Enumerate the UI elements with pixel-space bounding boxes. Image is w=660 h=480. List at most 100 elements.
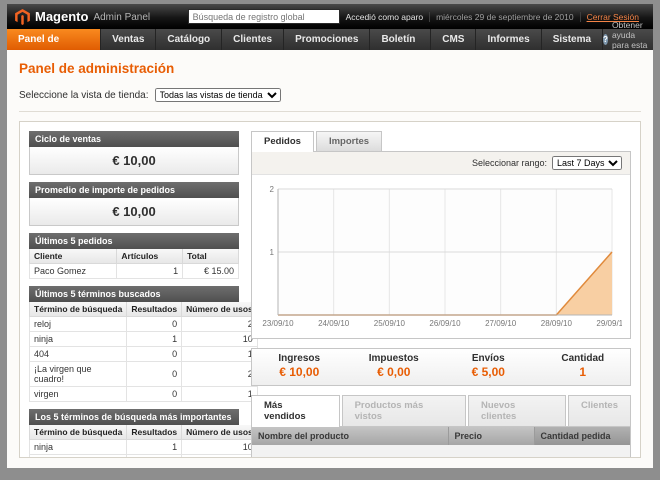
grid-column-header-precio[interactable]: Precio: [448, 427, 534, 445]
tab-clientes: Clientes: [568, 395, 631, 426]
last-search-panel: Últimos 5 términos buscados Término de b…: [29, 286, 239, 402]
last-orders-title: Últimos 5 pedidos: [29, 233, 239, 249]
table-header-row: ClienteArtículosTotal: [30, 249, 239, 264]
svg-text:1: 1: [270, 248, 275, 257]
table-cell: 2: [182, 455, 258, 459]
table-cell: reloj: [30, 317, 127, 332]
table-cell: 0: [127, 317, 182, 332]
total-cantidad: Cantidad1: [536, 349, 631, 385]
table-header-row: Término de búsquedaResultadosNúmero de u…: [30, 425, 258, 440]
svg-text:28/09/10: 28/09/10: [541, 319, 573, 328]
top-search-table: Término de búsquedaResultadosNúmero de u…: [29, 425, 258, 458]
total-value: € 5,00: [441, 365, 536, 379]
svg-text:2: 2: [270, 185, 275, 194]
table-cell: ¡La virgen que cuadro!: [30, 362, 127, 387]
column-header-cliente: Cliente: [30, 249, 117, 264]
table-cell: 1: [127, 440, 182, 455]
table-cell: 0: [127, 347, 182, 362]
help-icon: ?: [603, 34, 608, 45]
page-help-link[interactable]: ? Obtener ayuda para esta página: [603, 29, 658, 50]
nav-item-cms[interactable]: CMS: [431, 29, 476, 50]
tab-pedidos[interactable]: Pedidos: [251, 131, 314, 152]
svg-text:27/09/10: 27/09/10: [485, 319, 517, 328]
column-header-termino-de-busqueda: Término de búsqueda: [30, 425, 127, 440]
table-cell: 404: [30, 347, 127, 362]
total-label: Impuestos: [347, 353, 442, 364]
nav-item-informes[interactable]: Informes: [476, 29, 541, 50]
total-value: 1: [536, 365, 631, 379]
orders-chart-panel: Seleccionar rango: Last 7 Days 1223/09/1…: [251, 151, 631, 339]
svg-text:29/09/10: 29/09/10: [596, 319, 622, 328]
tab-productos-mas-vistos: Productos más vistos: [342, 395, 466, 426]
dashboard-sidebar: Ciclo de ventas € 10,00 Promedio de impo…: [29, 131, 239, 448]
chart-body: 1223/09/1024/09/1025/09/1026/09/1027/09/…: [252, 175, 630, 338]
column-header-resultados: Resultados: [127, 302, 182, 317]
table-cell: virgen: [30, 387, 127, 402]
table-cell: reloj: [30, 455, 127, 459]
main-nav: Panel de administraciónVentasCatálogoCli…: [7, 29, 653, 50]
nav-item-promociones[interactable]: Promociones: [284, 29, 370, 50]
table-cell: 0: [127, 387, 182, 402]
svg-text:24/09/10: 24/09/10: [318, 319, 350, 328]
page-title: Panel de administración: [19, 54, 641, 84]
svg-text:26/09/10: 26/09/10: [429, 319, 461, 328]
products-panel: Nombre del productoPrecioCantidad pedida…: [251, 426, 631, 458]
column-header-articulos: Artículos: [117, 249, 183, 264]
table-cell: 1: [182, 347, 258, 362]
column-header-numero-de-usos: Número de usos: [182, 302, 258, 317]
table-row[interactable]: virgen01: [30, 387, 258, 402]
table-row[interactable]: reloj02: [30, 317, 258, 332]
average-orders-value: € 10,00: [29, 198, 239, 226]
session-info: Accedió como aparo miércoles 29 de septi…: [340, 12, 645, 22]
dashboard: Ciclo de ventas € 10,00 Promedio de impo…: [19, 121, 641, 458]
table-cell: 1: [182, 387, 258, 402]
table-cell: 2: [182, 362, 258, 387]
total-value: € 0,00: [347, 365, 442, 379]
nav-item-ventas[interactable]: Ventas: [101, 29, 156, 50]
table-row[interactable]: reloj02: [30, 455, 258, 459]
table-row[interactable]: 40401: [30, 347, 258, 362]
total-ingresos: Ingresos€ 10,00: [252, 349, 347, 385]
global-search: [188, 9, 340, 24]
nav-item-catalogo[interactable]: Catálogo: [156, 29, 222, 50]
tab-importes[interactable]: Importes: [316, 131, 382, 151]
logo-text: Magento: [35, 9, 88, 24]
table-cell: 10: [182, 440, 258, 455]
total-label: Envíos: [441, 353, 536, 364]
last-orders-table: ClienteArtículosTotalPaco Gomez1€ 15.00: [29, 249, 239, 279]
total-label: Cantidad: [536, 353, 631, 364]
magento-logo: Magento Admin Panel: [15, 9, 188, 25]
table-cell: € 15.00: [183, 264, 239, 279]
top-search-title: Los 5 términos de búsqueda más important…: [29, 409, 239, 425]
logo-subtitle: Admin Panel: [93, 12, 150, 23]
main-nav-list: Panel de administraciónVentasCatálogoCli…: [7, 29, 603, 50]
lifetime-sales-panel: Ciclo de ventas € 10,00: [29, 131, 239, 175]
range-select[interactable]: Last 7 Days: [552, 156, 622, 170]
nav-item-clientes[interactable]: Clientes: [222, 29, 284, 50]
table-cell: 2: [182, 317, 258, 332]
store-view-select[interactable]: Todas las vistas de tienda: [155, 88, 281, 102]
svg-text:25/09/10: 25/09/10: [374, 319, 406, 328]
content-area: Panel de administración Seleccione la vi…: [7, 50, 653, 468]
table-row[interactable]: Paco Gomez1€ 15.00: [30, 264, 239, 279]
grid-column-header-cantidad-pedida[interactable]: Cantidad pedida: [534, 427, 630, 445]
grid-column-header-nombre-del-producto[interactable]: Nombre del producto: [252, 427, 448, 445]
top-header: Magento Admin Panel Accedió como aparo m…: [7, 4, 653, 29]
table-row[interactable]: ¡La virgen que cuadro!02: [30, 362, 258, 387]
grids-tabs: Más vendidosProductos más vistosNuevos c…: [251, 395, 631, 426]
lifetime-sales-value: € 10,00: [29, 147, 239, 175]
nav-item-boletin-de-noticias[interactable]: Boletín de noticias: [370, 29, 431, 50]
nav-item-sistema[interactable]: Sistema: [542, 29, 603, 50]
global-search-input[interactable]: [188, 9, 340, 24]
tab-nuevos-clientes: Nuevos clientes: [468, 395, 566, 426]
table-row[interactable]: ninja110: [30, 332, 258, 347]
nav-item-panel-de-administracion[interactable]: Panel de administración: [7, 29, 101, 50]
tab-mas-vendidos[interactable]: Más vendidos: [251, 395, 340, 427]
top-search-panel: Los 5 términos de búsqueda más important…: [29, 409, 239, 458]
table-cell: Paco Gomez: [30, 264, 117, 279]
table-cell: 1: [117, 264, 183, 279]
table-cell: ninja: [30, 440, 127, 455]
total-value: € 10,00: [252, 365, 347, 379]
table-cell: 0: [127, 362, 182, 387]
table-row[interactable]: ninja110: [30, 440, 258, 455]
